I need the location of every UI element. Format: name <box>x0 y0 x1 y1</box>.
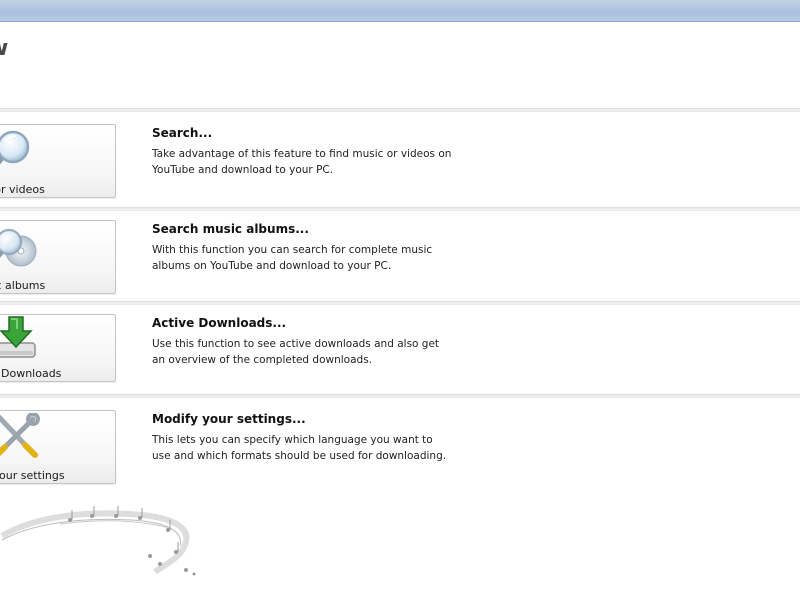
music-notes-decoration <box>0 506 196 576</box>
cd-magnifier-icon <box>0 228 37 267</box>
search-albums-description: With this function you can search for co… <box>152 244 433 272</box>
tile-label: usic or videos <box>0 183 45 196</box>
divider <box>0 301 800 305</box>
search-button[interactable]: usic or videos <box>0 124 116 198</box>
divider <box>0 207 800 211</box>
search-albums-title[interactable]: Search music albums... <box>152 222 309 236</box>
window-title-bar[interactable] <box>0 0 800 22</box>
search-albums-button[interactable]: music albums <box>0 220 116 294</box>
divider <box>0 394 800 398</box>
search-title[interactable]: Search... <box>152 126 212 140</box>
page-title: w <box>0 36 9 61</box>
magnifier-icon <box>0 130 30 165</box>
active-downloads-button[interactable]: Downloads <box>0 314 116 382</box>
tile-label: music albums <box>0 279 46 292</box>
active-downloads-description: Use this function to see active download… <box>152 338 440 366</box>
settings-button[interactable]: our settings <box>0 410 116 484</box>
active-downloads-title[interactable]: Active Downloads... <box>152 316 286 330</box>
settings-title[interactable]: Modify your settings... <box>152 412 306 426</box>
tools-icon <box>0 413 40 458</box>
tile-label: Downloads <box>1 367 62 380</box>
tile-label: our settings <box>0 469 65 482</box>
settings-description: This lets you can specify which language… <box>152 434 447 462</box>
search-description: Take advantage of this feature to find m… <box>152 148 452 176</box>
download-arrow-icon <box>0 316 36 358</box>
main-window: w usic or videos Search... Take advantag… <box>0 0 800 600</box>
divider <box>0 108 800 112</box>
